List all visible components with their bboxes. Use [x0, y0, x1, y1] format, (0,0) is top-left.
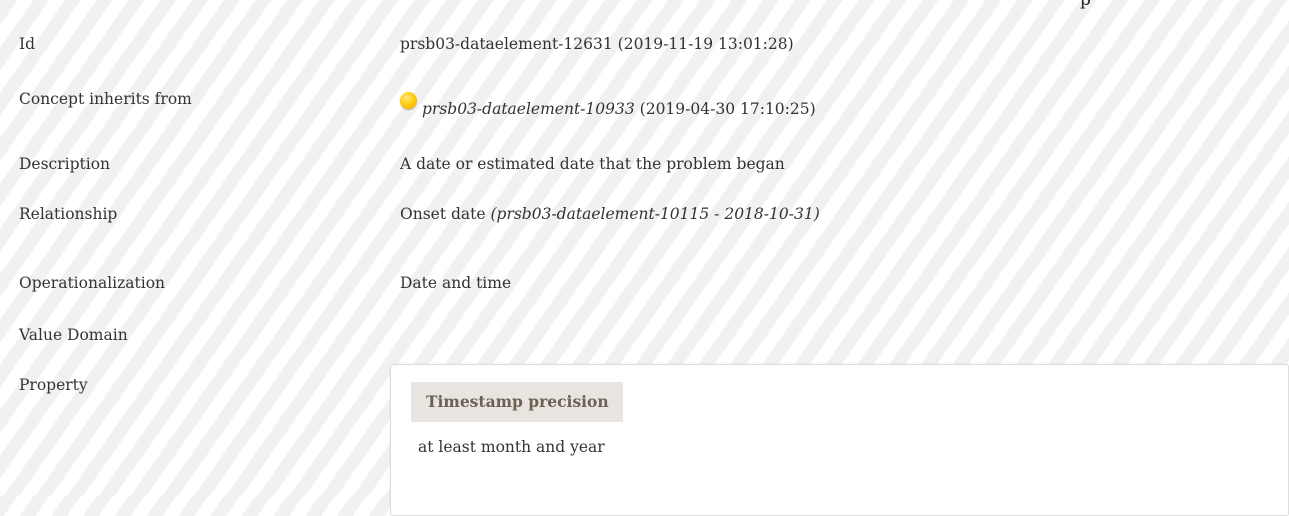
relationship-ref[interactable]: (prsb03-dataelement-10115 - 2018-10-31)	[490, 205, 819, 223]
truncated-header-text: p	[1080, 0, 1091, 10]
field-row-description: Description A date or estimated date tha…	[0, 153, 1289, 193]
field-row-operationalization: Operationalization Date and time	[0, 272, 1289, 312]
relationship-name: Onset date	[400, 205, 491, 223]
field-value-description: A date or estimated date that the proble…	[400, 155, 785, 173]
field-value-relationship: Onset date (prsb03-dataelement-10115 - 2…	[400, 203, 820, 225]
field-label-inherits: Concept inherits from	[19, 90, 192, 108]
property-name-header: Timestamp precision	[411, 382, 623, 422]
status-circle-icon	[400, 92, 417, 109]
field-label-operationalization: Operationalization	[19, 274, 166, 292]
field-row-relationship: Relationship Onset date (prsb03-dataelem…	[0, 203, 1289, 243]
field-label-id: Id	[19, 35, 36, 53]
inherits-suffix: (2019-04-30 17:10:25)	[634, 100, 816, 118]
field-label-description: Description	[19, 155, 111, 173]
field-row-inherits: Concept inherits from prsb03-dataelement…	[0, 89, 1289, 129]
field-row-id: Id prsb03-dataelement-12631 (2019-11-19 …	[0, 33, 1289, 73]
field-row-value-domain: Value Domain	[0, 324, 1289, 364]
field-value-operationalization: Date and time	[400, 274, 512, 292]
field-label-property: Property	[19, 376, 88, 394]
field-value-inherits: prsb03-dataelement-10933 (2019-04-30 17:…	[400, 92, 816, 120]
field-label-value-domain: Value Domain	[19, 326, 128, 344]
field-label-relationship: Relationship	[19, 205, 118, 223]
field-value-id: prsb03-dataelement-12631 (2019-11-19 13:…	[400, 35, 794, 53]
property-value: at least month and year	[418, 438, 605, 456]
inherits-link[interactable]: prsb03-dataelement-10933	[422, 100, 635, 118]
property-panel: Timestamp precision at least month and y…	[390, 364, 1289, 516]
